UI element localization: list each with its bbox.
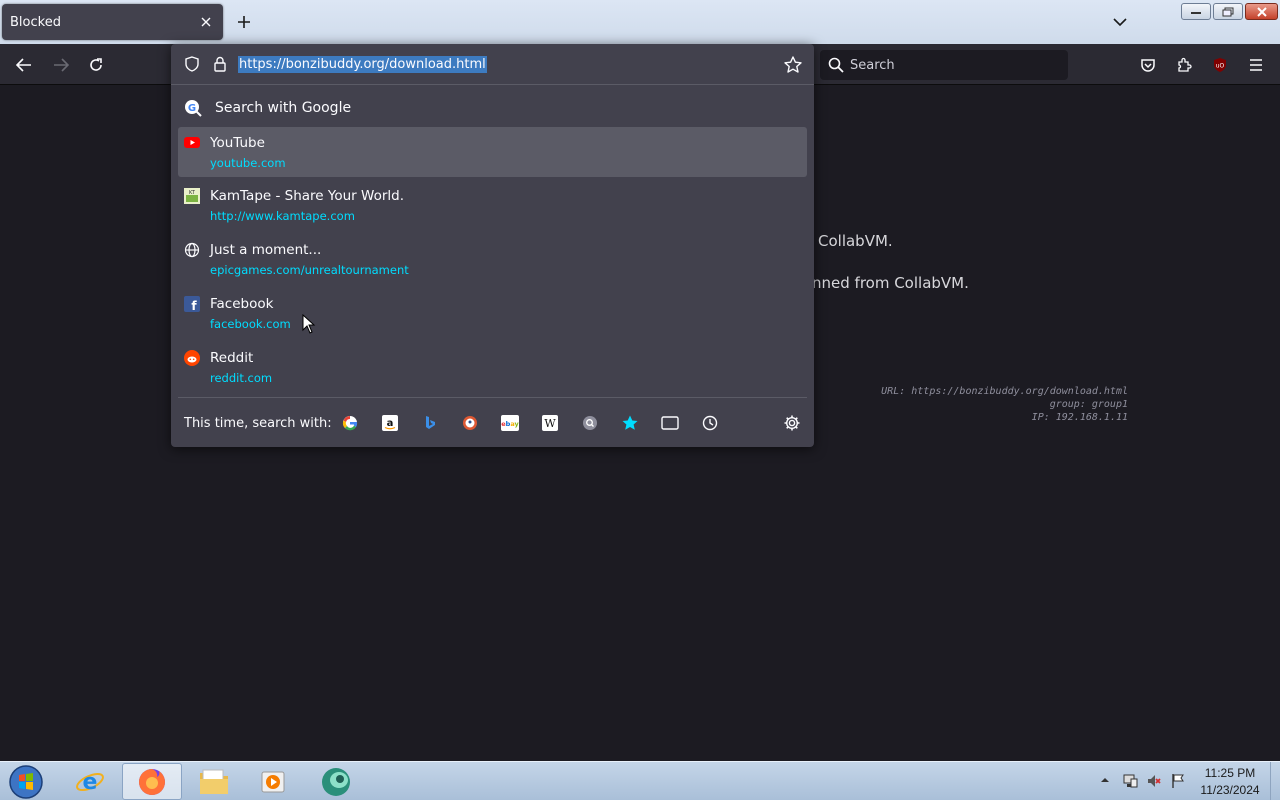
result-url: http://www.kamtape.com <box>210 209 355 223</box>
restore-button[interactable] <box>1213 3 1243 20</box>
network-icon[interactable] <box>1122 773 1138 789</box>
svg-text:a: a <box>387 418 394 429</box>
urlbar-dropdown: https://bonzibuddy.org/download.html G S… <box>171 44 814 447</box>
svg-text:f: f <box>191 299 197 312</box>
result-url: reddit.com <box>210 371 273 385</box>
title-bar: Blocked <box>0 0 1280 44</box>
file-explorer-icon[interactable] <box>184 763 244 800</box>
close-tab-icon[interactable] <box>197 13 215 31</box>
result-title: Reddit <box>210 350 254 366</box>
history-icon[interactable] <box>700 413 720 433</box>
new-tab-button[interactable] <box>234 12 254 32</box>
youtube-icon <box>184 137 200 148</box>
ebay-icon[interactable]: ebay <box>500 413 520 433</box>
tabs-icon[interactable] <box>660 413 680 433</box>
gear-icon[interactable] <box>783 414 801 432</box>
bing-icon[interactable] <box>420 413 440 433</box>
result-title: Just a moment... <box>210 242 322 258</box>
blocked-group-info: group: group1 <box>1049 399 1128 410</box>
search-with-label: This time, search with: <box>184 416 332 431</box>
result-url: youtube.com <box>210 156 286 170</box>
action-center-flag-icon[interactable] <box>1170 773 1186 789</box>
mouse-cursor-icon <box>302 314 316 334</box>
page-text-line: nned from CollabVM. <box>812 274 969 292</box>
hamburger-menu-icon[interactable] <box>1243 52 1269 78</box>
pocket-icon[interactable] <box>1135 52 1161 78</box>
extensions-icon[interactable] <box>1171 52 1197 78</box>
reload-button[interactable] <box>83 52 109 78</box>
svg-text:G: G <box>188 103 196 114</box>
search-with-google-row[interactable]: G Search with Google <box>178 93 807 123</box>
clock-date[interactable]: 11/23/2024 <box>1190 783 1270 797</box>
chevron-down-icon[interactable] <box>1110 12 1130 32</box>
svg-text:uO: uO <box>1216 63 1225 70</box>
reddit-icon <box>184 350 200 366</box>
amazon-icon[interactable]: a <box>380 413 400 433</box>
lock-icon[interactable] <box>211 55 229 73</box>
result-reddit[interactable]: Reddit reddit.com <box>178 342 807 392</box>
url-input[interactable]: https://bonzibuddy.org/download.html <box>238 56 487 73</box>
google-icon[interactable] <box>340 413 360 433</box>
clock-time[interactable]: 11:25 PM <box>1190 766 1270 780</box>
result-kamtape[interactable]: KT KamTape - Share Your World. http://ww… <box>178 180 807 230</box>
result-facebook[interactable]: f Facebook facebook.com <box>178 288 807 338</box>
globe-icon <box>184 242 200 258</box>
close-window-button[interactable] <box>1245 3 1278 20</box>
svg-text:KT: KT <box>189 190 196 196</box>
firefox-icon[interactable] <box>122 763 182 800</box>
facebook-icon: f <box>184 296 200 312</box>
tray-expand-icon[interactable] <box>1100 776 1110 784</box>
result-youtube[interactable]: YouTube youtube.com <box>178 127 807 177</box>
show-desktop-button[interactable] <box>1270 762 1280 800</box>
volume-muted-icon[interactable] <box>1146 773 1162 789</box>
media-player-icon[interactable] <box>244 763 304 800</box>
result-just-a-moment[interactable]: Just a moment... epicgames.com/unrealtou… <box>178 234 807 284</box>
internet-explorer-icon[interactable]: e <box>60 763 120 800</box>
forward-button[interactable] <box>48 52 74 78</box>
minimize-button[interactable] <box>1181 3 1211 20</box>
tab-title: Blocked <box>10 14 61 30</box>
wikipedia-icon[interactable]: W <box>540 413 560 433</box>
address-bar[interactable]: https://bonzibuddy.org/download.html <box>171 44 814 85</box>
result-url: facebook.com <box>210 317 291 331</box>
shield-icon[interactable] <box>183 55 201 73</box>
svg-text:e: e <box>83 770 98 795</box>
search-icon <box>828 57 844 73</box>
blocked-url-info: URL: https://bonzibuddy.org/download.htm… <box>881 386 1128 397</box>
search-bar[interactable] <box>820 50 1068 80</box>
blocked-ip-info: IP: 192.168.1.11 <box>1031 412 1128 423</box>
kamtape-icon: KT <box>184 188 200 204</box>
google-search-icon: G <box>185 100 202 117</box>
tab-blocked[interactable]: Blocked <box>2 4 223 40</box>
result-title: KamTape - Share Your World. <box>210 188 404 204</box>
divider <box>178 397 807 398</box>
search-input[interactable] <box>850 57 1068 73</box>
page-text-line: CollabVM. <box>818 232 893 250</box>
bookmarks-icon[interactable] <box>620 413 640 433</box>
bookmark-star-icon[interactable] <box>783 55 803 75</box>
svg-text:ebay: ebay <box>501 420 519 428</box>
result-url: epicgames.com/unrealtournament <box>210 263 409 277</box>
svg-text:W: W <box>544 417 556 430</box>
back-button[interactable] <box>11 52 37 78</box>
search-with-google-label: Search with Google <box>215 100 352 116</box>
bonzi-app-icon[interactable] <box>306 763 366 800</box>
search-engine-icon[interactable] <box>580 413 600 433</box>
ublock-origin-icon[interactable]: uO <box>1207 52 1233 78</box>
duckduckgo-icon[interactable] <box>460 413 480 433</box>
taskbar: e 11:25 PM 11/23/2024 <box>0 761 1280 800</box>
result-title: YouTube <box>210 135 265 151</box>
start-button[interactable] <box>6 764 46 800</box>
result-title: Facebook <box>210 296 274 312</box>
